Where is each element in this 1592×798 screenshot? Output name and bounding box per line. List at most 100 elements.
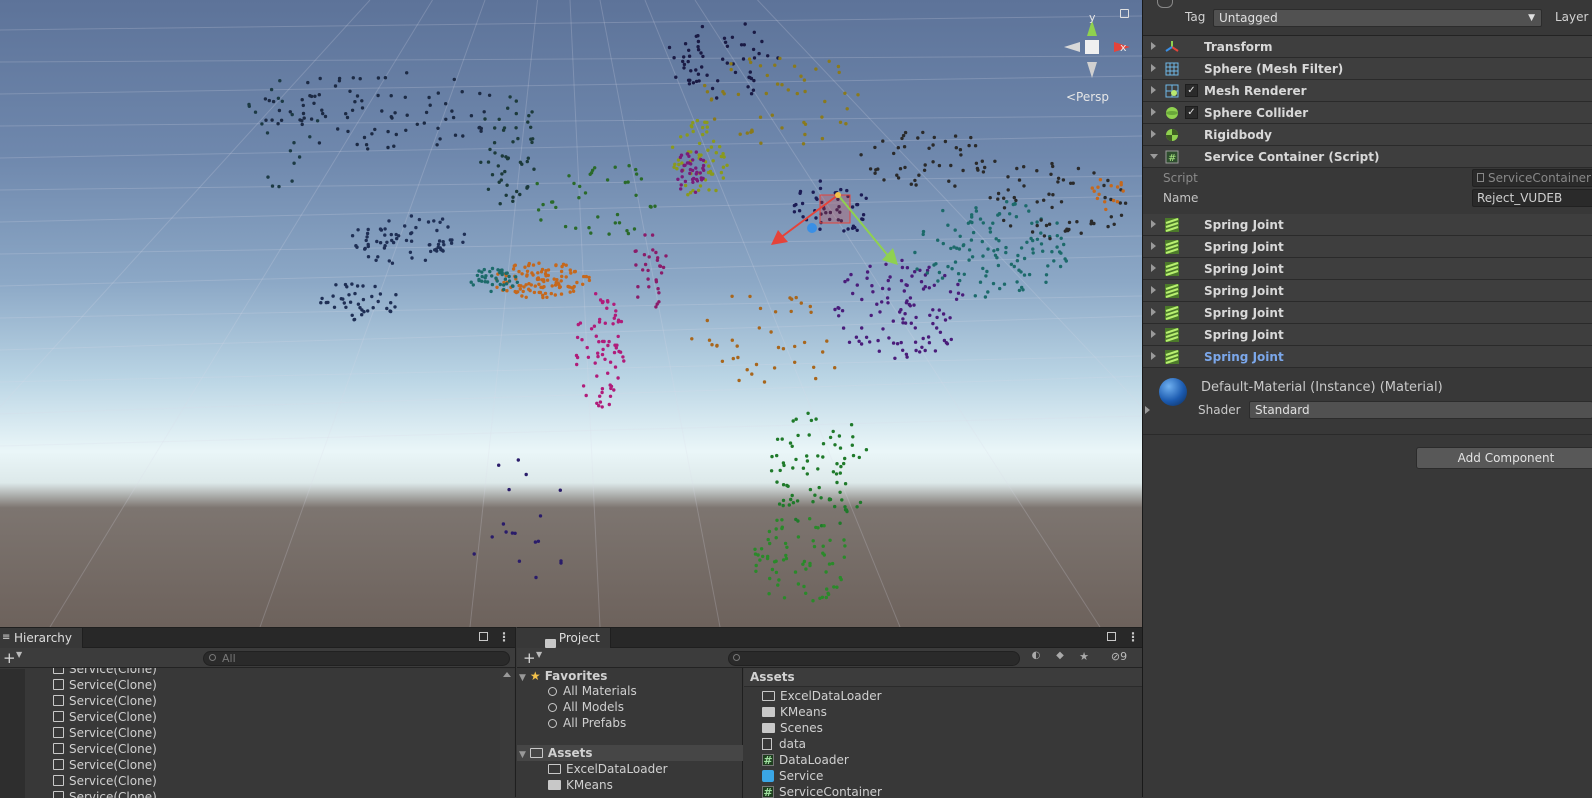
expanded-arrow-icon[interactable] xyxy=(1150,154,1158,159)
spring-joint-header[interactable]: Spring Joint xyxy=(1143,258,1592,280)
inspector-panel: Tag Untagged ▼ Layer Transform Sphere (Me… xyxy=(1142,0,1592,797)
collapsed-arrow-icon[interactable] xyxy=(1151,42,1156,50)
favorite-item[interactable]: All Materials xyxy=(548,683,637,699)
spring-joint-header[interactable]: Spring Joint xyxy=(1143,280,1592,302)
hierarchy-list[interactable]: Service(Clone) Service(Clone) Service(Clon… xyxy=(0,668,500,798)
layer-label: Layer xyxy=(1555,10,1589,24)
script-icon: # xyxy=(1165,150,1179,164)
script-value[interactable]: ServiceContainer xyxy=(1472,169,1592,187)
shader-dropdown[interactable]: Standard xyxy=(1249,401,1592,419)
collapsed-arrow-icon[interactable] xyxy=(1151,264,1156,272)
project-search-input[interactable] xyxy=(728,651,1020,666)
spring-joint-header[interactable]: Spring Joint xyxy=(1143,214,1592,236)
scene-view[interactable]: y x <Persp xyxy=(0,0,1142,627)
tag-dropdown[interactable]: Untagged ▼ xyxy=(1213,9,1542,27)
search-by-type-icon[interactable]: ◐ xyxy=(1026,650,1046,666)
asset-item[interactable]: KMeans xyxy=(762,704,827,720)
cube-icon xyxy=(53,679,64,690)
asset-label: ExcelDataLoader xyxy=(780,689,882,703)
projection-toggle[interactable]: <Persp xyxy=(1066,90,1109,104)
hierarchy-tabbar: ≡ Hierarchy ⋮ xyxy=(0,628,515,648)
asset-item[interactable]: Scenes xyxy=(762,720,823,736)
hidden-packages-toggle[interactable]: ⊘9 xyxy=(1097,650,1141,666)
favorite-item[interactable]: All Models xyxy=(548,699,624,715)
favorite-item[interactable]: All Prefabs xyxy=(548,715,626,731)
move-gizmo[interactable] xyxy=(771,192,898,265)
collapsed-arrow-icon[interactable] xyxy=(1151,86,1156,94)
script-value-text: ServiceContainer xyxy=(1488,171,1591,185)
spring-joint-header[interactable]: Spring Joint xyxy=(1143,236,1592,258)
collapsed-arrow-icon[interactable] xyxy=(1151,64,1156,72)
chevron-down-icon[interactable]: ▼ xyxy=(536,650,542,659)
component-header[interactable]: Transform xyxy=(1143,36,1592,58)
component-header[interactable]: Rigidbody xyxy=(1143,124,1592,146)
chevron-down-icon: ▼ xyxy=(1528,13,1535,23)
enabled-checkbox[interactable]: ✓ xyxy=(1185,106,1198,119)
collapsed-arrow-icon[interactable] xyxy=(1151,242,1156,250)
component-header[interactable]: Sphere (Mesh Filter) xyxy=(1143,58,1592,80)
tree-item[interactable]: KMeans xyxy=(548,777,613,793)
chevron-down-icon[interactable]: ▼ xyxy=(16,650,22,659)
asset-item[interactable]: ExcelDataLoader xyxy=(762,688,882,704)
favorites-label: Favorites xyxy=(544,669,608,683)
asset-item[interactable]: data xyxy=(762,736,806,752)
cube-icon xyxy=(53,743,64,754)
asset-item[interactable]: Service xyxy=(762,768,823,784)
component-header[interactable]: ✓ Sphere Collider xyxy=(1143,102,1592,124)
sphere-collider-icon xyxy=(1165,106,1179,120)
asset-item[interactable]: # DataLoader xyxy=(762,752,849,768)
hierarchy-item[interactable]: Service(Clone) xyxy=(53,677,157,693)
collapsed-arrow-icon[interactable] xyxy=(1151,308,1156,316)
lock-icon[interactable] xyxy=(479,632,488,641)
hierarchy-scrollbar[interactable] xyxy=(500,669,514,798)
orientation-gizmo[interactable]: y x xyxy=(1058,12,1130,84)
spring-joint-header[interactable]: Spring Joint xyxy=(1143,324,1592,346)
script-field: Script ServiceContainer xyxy=(1143,168,1592,188)
project-toolbar: + ▼ ◐ ◆ ★ ⊘9 xyxy=(517,648,1142,668)
collapsed-arrow-icon[interactable] xyxy=(1151,108,1156,116)
enabled-checkbox[interactable]: ✓ xyxy=(1185,84,1198,97)
component-header[interactable]: ✓ Mesh Renderer xyxy=(1143,80,1592,102)
hierarchy-search-input[interactable]: All xyxy=(203,651,510,666)
collapsed-arrow-icon[interactable] xyxy=(1151,286,1156,294)
name-input[interactable]: Reject_VUDEB xyxy=(1472,189,1592,207)
scroll-up-icon[interactable] xyxy=(503,672,511,677)
collapsed-arrow-icon[interactable] xyxy=(1151,352,1156,360)
hierarchy-item[interactable]: Service(Clone) xyxy=(53,741,157,757)
add-icon[interactable]: + xyxy=(3,651,16,666)
hierarchy-item[interactable]: Service(Clone) xyxy=(53,709,157,725)
spring-joint-header[interactable]: Spring Joint xyxy=(1143,346,1592,368)
tree-assets-header[interactable]: ▼ Assets xyxy=(517,745,743,761)
mesh-filter-icon xyxy=(1165,62,1179,76)
hierarchy-item[interactable]: Service(Clone) xyxy=(53,693,157,709)
cube-icon xyxy=(53,711,64,722)
star-icon[interactable]: ★ xyxy=(1074,650,1094,666)
favorites-header[interactable]: ▼ ★ Favorites xyxy=(519,668,607,684)
hierarchy-item[interactable]: Service(Clone) xyxy=(53,773,157,789)
tree-item[interactable]: ExcelDataLoader xyxy=(548,761,668,777)
scene-canvas[interactable] xyxy=(0,0,1142,627)
star-icon: ★ xyxy=(529,669,541,683)
asset-item[interactable]: # ServiceContainer xyxy=(762,784,882,798)
add-icon[interactable]: + xyxy=(523,651,536,666)
collapsed-arrow-icon[interactable] xyxy=(1151,220,1156,228)
hierarchy-item[interactable]: Service(Clone) xyxy=(53,757,157,773)
tab-project[interactable]: Project xyxy=(517,628,611,648)
gizmo-y-label: y xyxy=(1089,12,1096,24)
collapsed-arrow-icon[interactable] xyxy=(1151,130,1156,138)
hierarchy-item[interactable]: Service(Clone) xyxy=(53,668,157,677)
spring-joint-header[interactable]: Spring Joint xyxy=(1143,302,1592,324)
add-component-button[interactable]: Add Component xyxy=(1416,447,1592,469)
more-options-icon[interactable]: ⋮ xyxy=(1127,630,1139,644)
component-header[interactable]: # Service Container (Script) xyxy=(1143,146,1592,168)
component-label: Spring Joint xyxy=(1204,328,1284,342)
lock-icon[interactable] xyxy=(1107,632,1116,641)
material-sphere-icon xyxy=(1159,378,1187,406)
tab-hierarchy[interactable]: ≡ Hierarchy xyxy=(0,628,84,648)
more-options-icon[interactable]: ⋮ xyxy=(498,630,510,644)
document-icon xyxy=(762,738,772,750)
collapsed-arrow-icon[interactable] xyxy=(1151,330,1156,338)
material-expand-icon[interactable] xyxy=(1145,406,1150,414)
label-icon[interactable]: ◆ xyxy=(1050,650,1070,666)
hierarchy-item[interactable]: Service(Clone) xyxy=(53,725,157,741)
